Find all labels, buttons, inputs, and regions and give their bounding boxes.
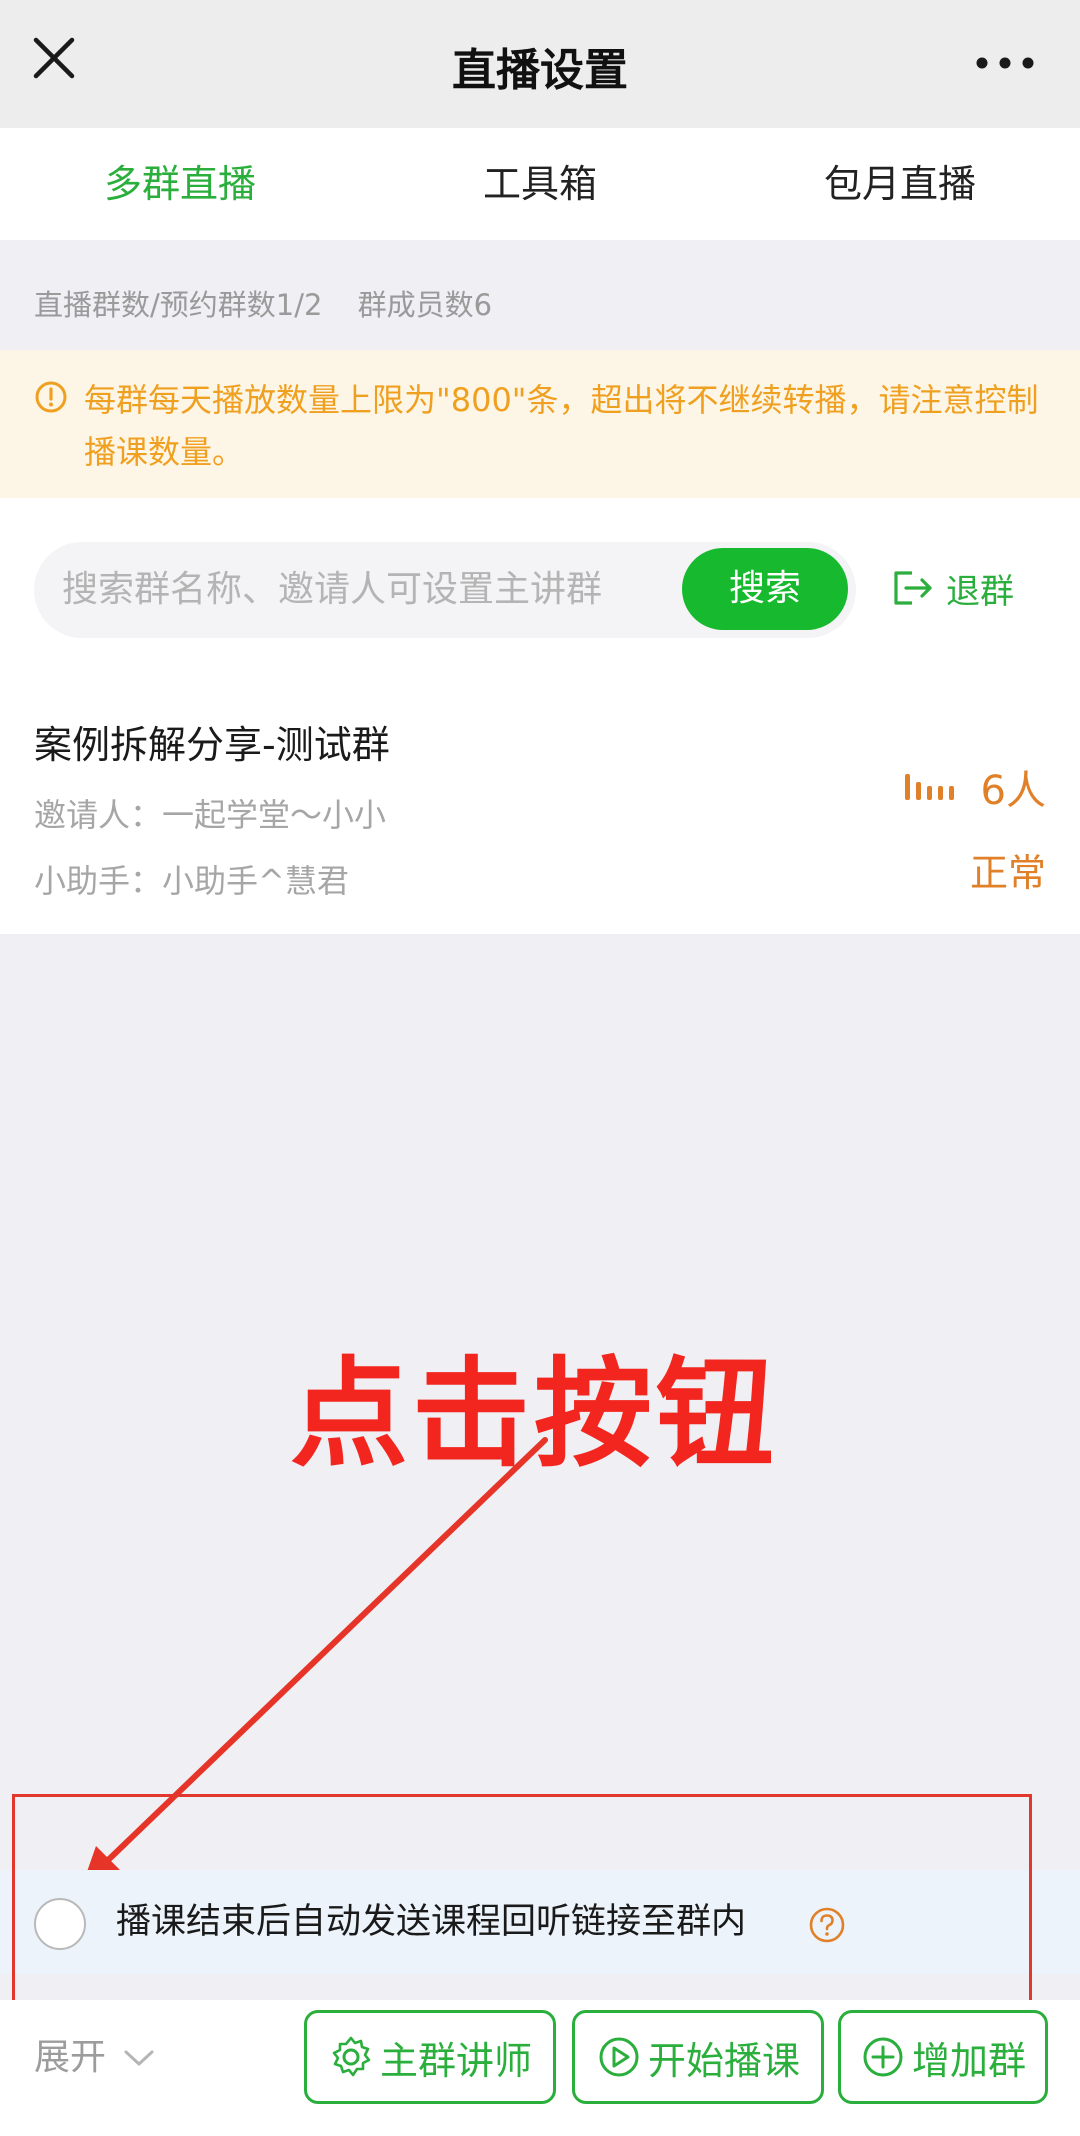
start-broadcast-button[interactable]: 开始播课 <box>572 2010 824 2104</box>
main-group-teacher-button[interactable]: 主群讲师 <box>304 2010 556 2104</box>
play-icon <box>599 2037 639 2077</box>
start-broadcast-label: 开始播课 <box>647 2038 800 2083</box>
expand-toggle[interactable]: 展开 <box>34 2000 156 2116</box>
main-group-teacher-label: 主群讲师 <box>379 2038 532 2083</box>
plus-circle-icon <box>863 2037 903 2077</box>
expand-label: 展开 <box>34 2037 107 2078</box>
annotation-highlight-box <box>12 1794 1032 2006</box>
add-group-label: 增加群 <box>911 2038 1026 2083</box>
chevron-down-icon <box>124 2050 154 2066</box>
gear-icon <box>332 2036 371 2077</box>
bottom-bar: 展开 主群讲师 开始播课 增加群 <box>0 2000 1080 2136</box>
add-group-button[interactable]: 增加群 <box>838 2010 1048 2104</box>
